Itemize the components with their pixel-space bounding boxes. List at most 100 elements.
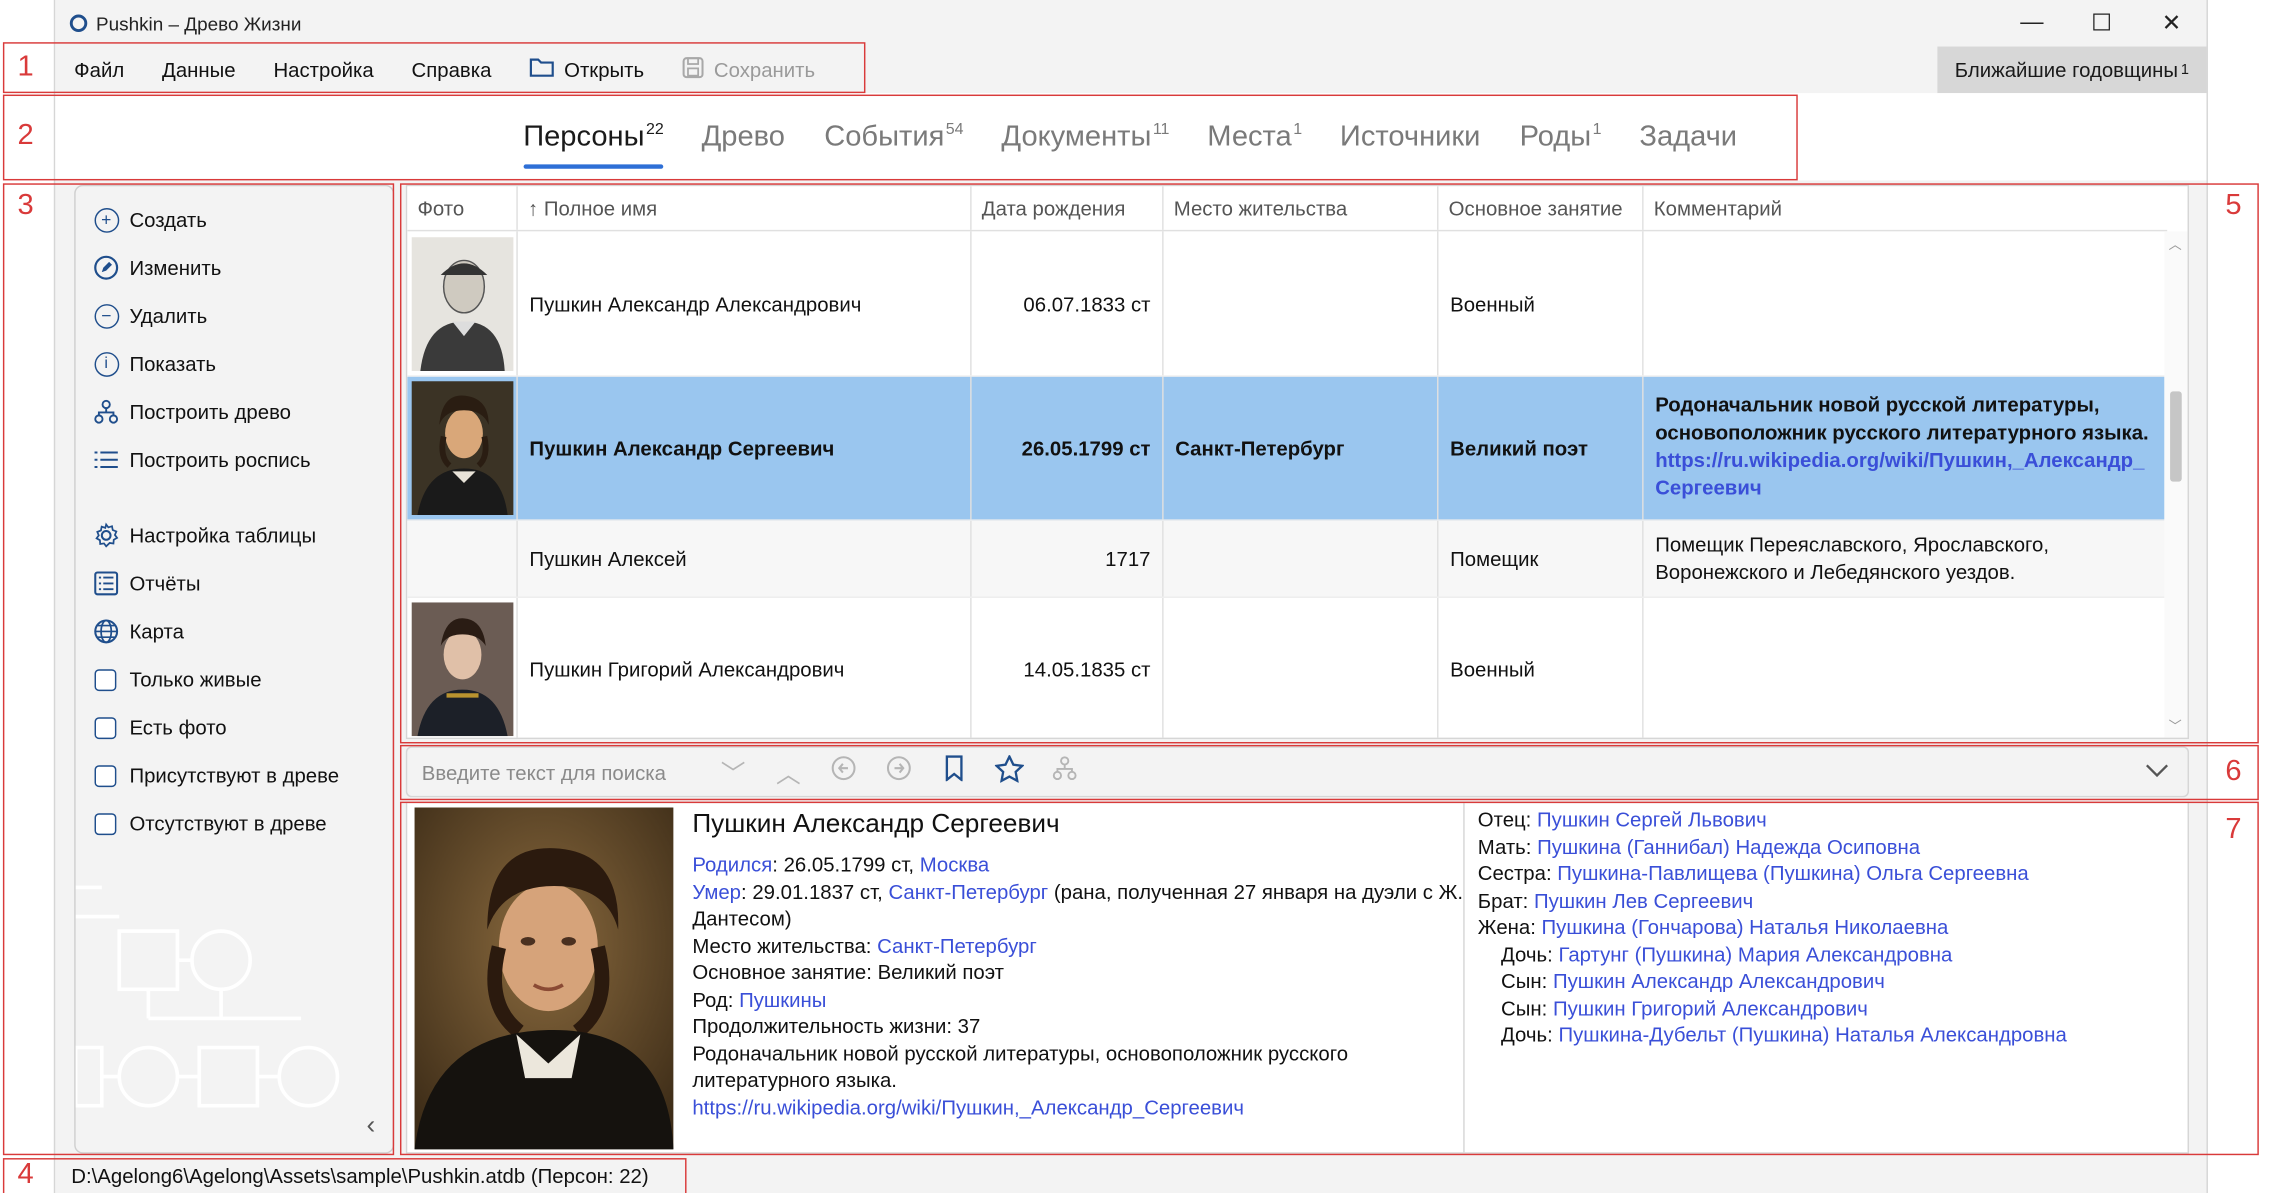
menu-file[interactable]: Файл — [55, 47, 143, 94]
collapse-panel-button[interactable]: ‹ — [367, 1110, 376, 1141]
build-tree-button[interactable]: Построить древо — [92, 396, 291, 428]
database-path: D:\Agelong6\Agelong\Assets\sample\Pushki… — [71, 1163, 649, 1188]
map-button[interactable]: Карта — [92, 615, 184, 647]
expand-search-icon[interactable] — [2144, 757, 2170, 786]
annotation-number-2: 2 — [17, 119, 34, 152]
column-photo[interactable]: Фото — [407, 186, 518, 230]
search-input[interactable] — [421, 760, 706, 784]
relative-link[interactable]: Пушкина-Павлищева (Пушкина) Ольга Сергее… — [1557, 861, 2028, 884]
menu-help[interactable]: Справка — [393, 47, 511, 94]
relative-item: Мать: Пушкина (Ганнибал) Надежда Осиповн… — [1478, 833, 2067, 860]
next-result-icon[interactable]: ﹀ — [705, 754, 760, 790]
died-event-link[interactable]: Умер — [692, 879, 741, 902]
save-button[interactable]: Сохранить — [663, 47, 834, 94]
relative-link[interactable]: Пушкин Григорий Александрович — [1553, 996, 1868, 1019]
minimize-button[interactable]: — — [1997, 0, 2067, 47]
status-bar: D:\Agelong6\Agelong\Assets\sample\Pushki… — [55, 1158, 2207, 1193]
wikipedia-link[interactable]: https://ru.wikipedia.org/wiki/Пушкин,_Ал… — [692, 1093, 1463, 1120]
tab-persons[interactable]: Персоны22 — [504, 120, 682, 169]
show-button[interactable]: i Показать — [92, 348, 216, 380]
menu-data[interactable]: Данные — [143, 47, 254, 94]
relative-item: Дочь: Пушкина-Дубельт (Пушкина) Наталья … — [1478, 1021, 2067, 1048]
person-details: Пушкин Александр Сергеевич Родился: 26.0… — [405, 801, 2190, 1154]
column-comment[interactable]: Комментарий — [1644, 186, 2168, 230]
star-icon[interactable] — [982, 753, 1037, 789]
reports-button[interactable]: Отчёты — [92, 567, 201, 599]
table-row-selected[interactable]: Пушкин Александр Сергеевич 26.05.1799 ст… — [407, 376, 2168, 521]
relative-item: Жена: Пушкина (Гончарова) Наталья Никола… — [1478, 914, 2067, 941]
scrollbar-thumb[interactable] — [2170, 391, 2182, 482]
build-pedigree-button[interactable]: Построить роспись — [92, 444, 311, 476]
filter-alive-checkbox[interactable]: Только живые — [92, 663, 262, 695]
relative-link[interactable]: Пушкина (Гончарова) Наталья Николаевна — [1542, 915, 1949, 938]
delete-button[interactable]: − Удалить — [92, 300, 207, 332]
relative-link[interactable]: Пушкин Александр Александрович — [1553, 969, 1885, 992]
filter-has-photo-checkbox[interactable]: Есть фото — [92, 711, 227, 743]
bookmark-icon[interactable] — [927, 755, 982, 788]
previous-result-icon[interactable]: ︿ — [761, 754, 816, 790]
tree-filter-icon[interactable] — [1037, 755, 1092, 788]
back-icon[interactable] — [816, 755, 871, 788]
scroll-down-icon[interactable]: ﹀ — [2169, 716, 2182, 735]
table-row[interactable]: Пушкин Григорий Александрович 14.05.1835… — [407, 597, 2167, 738]
comment-cell: Родоначальник новой русской литературы, … — [1655, 392, 2149, 500]
relative-link[interactable]: Пушкин Лев Сергеевич — [1534, 888, 1753, 911]
name-cell: Пушкин Григорий Александрович — [518, 597, 972, 738]
filter-in-tree-checkbox[interactable]: Присутствуют в древе — [92, 759, 339, 791]
born-event-link[interactable]: Родился — [692, 853, 772, 876]
open-button[interactable]: Открыть — [510, 47, 663, 94]
forward-icon[interactable] — [871, 755, 926, 788]
tab-clans[interactable]: Роды1 — [1501, 120, 1621, 153]
column-residence[interactable]: Место жительства — [1164, 186, 1439, 230]
column-birth-date[interactable]: Дата рождения — [972, 186, 1164, 230]
tab-tasks[interactable]: Задачи — [1620, 120, 1757, 153]
relative-link[interactable]: Гартунг (Пушкина) Мария Александровна — [1558, 942, 1952, 965]
save-icon — [682, 56, 704, 84]
died-line: Умер: 29.01.1837 ст, Санкт-Петербург (ра… — [692, 879, 1464, 930]
portrait-photo — [410, 381, 513, 516]
create-button[interactable]: + Создать — [92, 204, 207, 236]
relative-item: Отец: Пушкин Сергей Львович — [1478, 806, 2067, 833]
tab-places[interactable]: Места1 — [1188, 120, 1321, 153]
tab-documents[interactable]: Документы11 — [983, 120, 1189, 153]
maximize-button[interactable]: ☐ — [2067, 0, 2137, 47]
residence-link[interactable]: Санкт-Петербург — [877, 933, 1037, 956]
menu-settings[interactable]: Настройка — [255, 47, 393, 94]
relative-role: Жена: — [1477, 915, 1542, 939]
born-place-link[interactable]: Москва — [920, 853, 990, 876]
filter-not-in-tree-checkbox[interactable]: Отсутствуют в древе — [92, 807, 327, 839]
column-occupation[interactable]: Основное занятие — [1438, 186, 1644, 230]
details-divider — [1463, 803, 1465, 1153]
died-place-link[interactable]: Санкт-Петербург — [888, 879, 1048, 902]
edit-button[interactable]: Изменить — [92, 252, 222, 284]
wikipedia-link[interactable]: https://ru.wikipedia.org/wiki/Пушкин,_Ал… — [1655, 448, 2144, 499]
tab-tree[interactable]: Древо — [683, 120, 806, 153]
clan-link[interactable]: Пушкины — [739, 987, 826, 1010]
window-controls: — ☐ ✕ — [1997, 0, 2206, 47]
tab-sources[interactable]: Источники — [1321, 120, 1501, 153]
globe-icon — [92, 617, 121, 646]
table-row[interactable]: Пушкин Алексей 1717 Помещик Помещик Пере… — [407, 520, 2168, 598]
name-cell: Пушкин Александр Александрович — [518, 231, 972, 376]
lifespan-line: Продолжительность жизни: 37 — [692, 1014, 981, 1038]
relative-role: Сын: — [1501, 995, 1553, 1020]
scroll-up-icon[interactable]: ︿ — [2169, 234, 2182, 253]
residence-cell: Санкт-Петербург — [1164, 376, 1439, 520]
relative-link[interactable]: Пушкина (Ганнибал) Надежда Осиповна — [1537, 834, 1920, 857]
info-icon: i — [92, 349, 121, 378]
table-settings-button[interactable]: Настройка таблицы — [92, 519, 316, 551]
birth-cell: 1717 — [972, 520, 1164, 597]
birth-cell: 14.05.1835 ст — [972, 597, 1164, 738]
tab-events[interactable]: События54 — [805, 120, 982, 153]
table-header: Фото ↑ Полное имя Дата рождения Место жи… — [407, 186, 2168, 232]
close-button[interactable]: ✕ — [2137, 0, 2207, 47]
relative-item: Сестра: Пушкина-Павлищева (Пушкина) Ольг… — [1478, 860, 2067, 887]
column-full-name[interactable]: ↑ Полное имя — [518, 186, 972, 230]
table-scrollbar[interactable]: ︿ ﹀ — [2164, 231, 2188, 738]
relative-link[interactable]: Пушкина-Дубельт (Пушкина) Наталья Алекса… — [1558, 1023, 2066, 1046]
table-row[interactable]: Пушкин Александр Александрович 06.07.183… — [407, 231, 2168, 377]
relative-role: Дочь: — [1501, 942, 1559, 966]
anniversaries-button[interactable]: Ближайшие годовщины 1 — [1937, 46, 2207, 94]
relative-role: Дочь: — [1501, 1022, 1559, 1047]
relative-link[interactable]: Пушкин Сергей Львович — [1537, 807, 1767, 830]
